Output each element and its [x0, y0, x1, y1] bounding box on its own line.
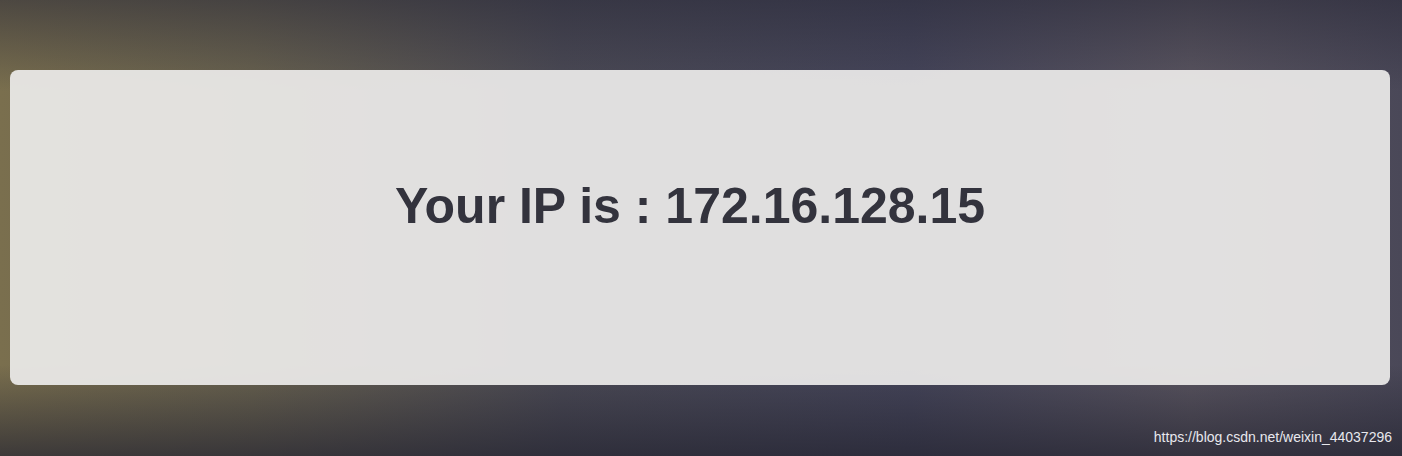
watermark: https://blog.csdn.net/weixin_44037296: [1154, 429, 1392, 446]
page: Your IP is : 172.16.128.15 https://blog.c…: [0, 0, 1402, 456]
ip-card: Your IP is : 172.16.128.15: [10, 70, 1390, 385]
ip-text: Your IP is : 172.16.128.15: [395, 176, 985, 236]
